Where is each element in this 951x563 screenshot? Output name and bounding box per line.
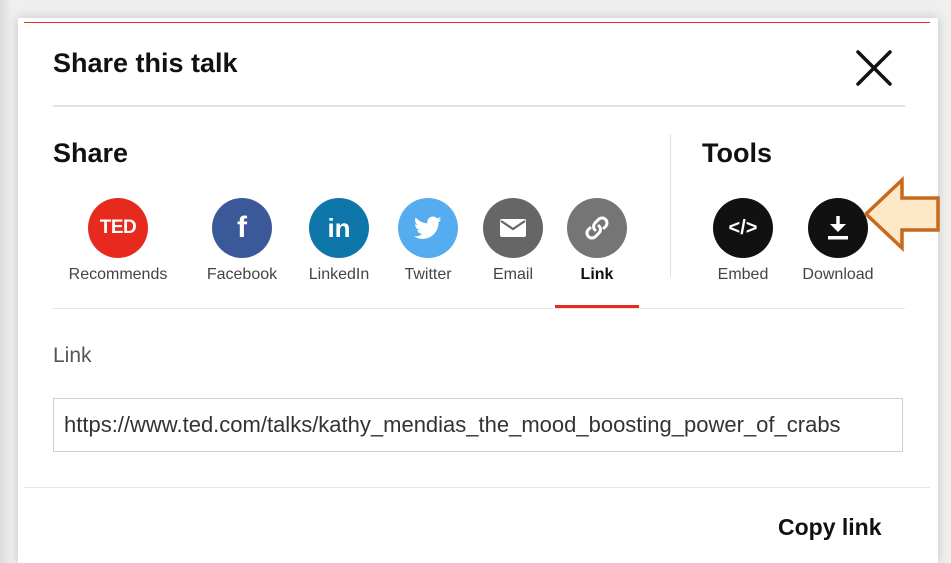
footer-divider	[24, 487, 930, 488]
share-item-label: Recommends	[68, 266, 168, 283]
close-icon	[856, 50, 892, 86]
dialog-title: Share this talk	[53, 48, 238, 78]
share-heading: Share	[53, 138, 129, 168]
tool-item-label: Download	[802, 266, 874, 283]
linkedin-icon: in	[309, 198, 369, 258]
email-icon	[483, 198, 543, 258]
page-background: Share this talk Share Tools TED Recommen…	[0, 0, 951, 563]
twitter-icon	[398, 198, 458, 258]
download-icon	[808, 198, 868, 258]
tabs-divider	[53, 308, 905, 309]
tool-item-label: Embed	[717, 266, 769, 283]
section-divider	[670, 134, 671, 277]
share-item-label: Facebook	[206, 266, 278, 283]
share-dialog: Share this talk Share Tools TED Recommen…	[18, 18, 938, 563]
copy-link-button[interactable]: Copy link	[778, 514, 882, 541]
embed-icon: </>	[713, 198, 773, 258]
close-button[interactable]	[854, 48, 894, 88]
tool-item-embed[interactable]: </> Embed	[688, 198, 798, 308]
link-icon	[567, 198, 627, 258]
share-item-link[interactable]: Link	[542, 198, 652, 308]
tools-heading: Tools	[702, 138, 772, 168]
share-item-label: Link	[580, 266, 614, 283]
link-field-label: Link	[53, 344, 92, 367]
facebook-icon: f	[212, 198, 272, 258]
link-url-field[interactable]	[53, 398, 903, 452]
share-item-ted-recommends[interactable]: TED Recommends	[63, 198, 173, 308]
accent-rule	[24, 22, 930, 23]
ted-icon: TED	[88, 198, 148, 258]
header-divider	[53, 105, 905, 107]
share-item-facebook[interactable]: f Facebook	[187, 198, 297, 308]
arrow-left-icon	[863, 175, 940, 253]
